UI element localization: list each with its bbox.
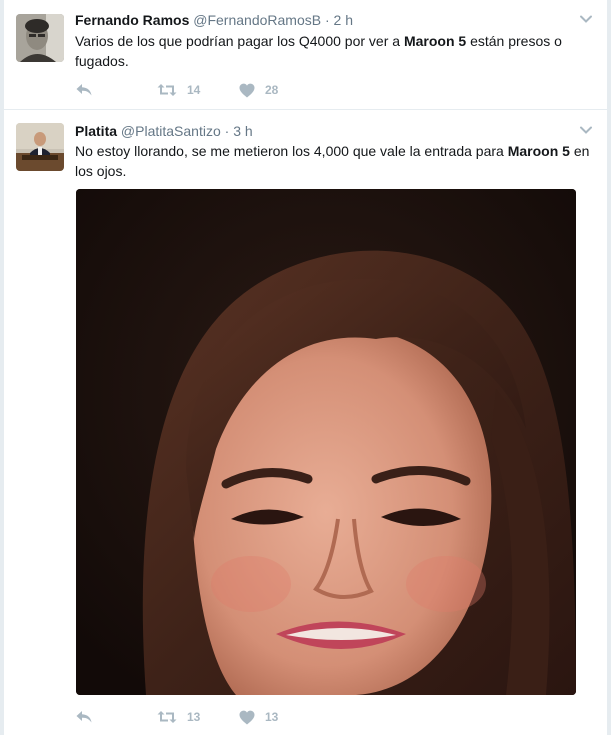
timestamp[interactable]: 3 h [233, 123, 252, 139]
retweet-button[interactable]: 14 [157, 82, 239, 98]
username[interactable]: @FernandoRamosB [193, 12, 321, 28]
timestamp[interactable]: 2 h [334, 12, 353, 28]
retweet-button[interactable]: 13 [157, 709, 239, 725]
chevron-down-icon[interactable] [579, 12, 593, 26]
reply-button[interactable] [75, 709, 157, 725]
username[interactable]: @PlatitaSantizo [121, 123, 221, 139]
avatar[interactable] [16, 14, 64, 62]
heart-icon [239, 83, 255, 98]
tweet-text: Varios de los que podrían pagar los Q400… [75, 31, 595, 71]
like-button[interactable]: 13 [239, 710, 321, 725]
fullname[interactable]: Platita [75, 123, 117, 139]
hashtag-bold: Maroon 5 [403, 33, 467, 49]
reply-button[interactable] [75, 82, 157, 98]
retweet-icon [157, 82, 177, 98]
avatar[interactable] [16, 123, 64, 171]
tweet-text-part: No estoy llorando, se me metieron los 4,… [75, 143, 508, 159]
like-button[interactable]: 28 [239, 83, 321, 98]
tweet[interactable]: Platita @PlatitaSantizo · 3 h No estoy l… [4, 111, 607, 735]
like-count: 28 [265, 83, 279, 97]
hashtag-bold: Maroon 5 [507, 143, 570, 159]
tweet-text: No estoy llorando, se me metieron los 4,… [75, 141, 595, 181]
separator: · [324, 12, 330, 28]
tweet-photo[interactable] [76, 189, 576, 695]
reply-icon [75, 709, 93, 725]
tweet[interactable]: Fernando Ramos @FernandoRamosB · 2 h Var… [4, 0, 607, 110]
retweet-count: 14 [187, 83, 201, 97]
tweet-header: Platita @PlatitaSantizo · 3 h [75, 122, 253, 140]
tweet-actions: 14 28 [75, 80, 321, 100]
separator: · [224, 123, 230, 139]
timeline: Fernando Ramos @FernandoRamosB · 2 h Var… [4, 0, 607, 735]
reply-icon [75, 82, 93, 98]
heart-icon [239, 710, 255, 725]
fullname[interactable]: Fernando Ramos [75, 12, 189, 28]
retweet-icon [157, 709, 177, 725]
retweet-count: 13 [187, 710, 201, 724]
tweet-header: Fernando Ramos @FernandoRamosB · 2 h [75, 11, 353, 29]
chevron-down-icon[interactable] [579, 123, 593, 137]
tweet-text-part: Varios de los que podrían pagar los Q400… [75, 33, 404, 49]
like-count: 13 [265, 710, 279, 724]
tweet-actions: 13 13 [75, 707, 321, 727]
